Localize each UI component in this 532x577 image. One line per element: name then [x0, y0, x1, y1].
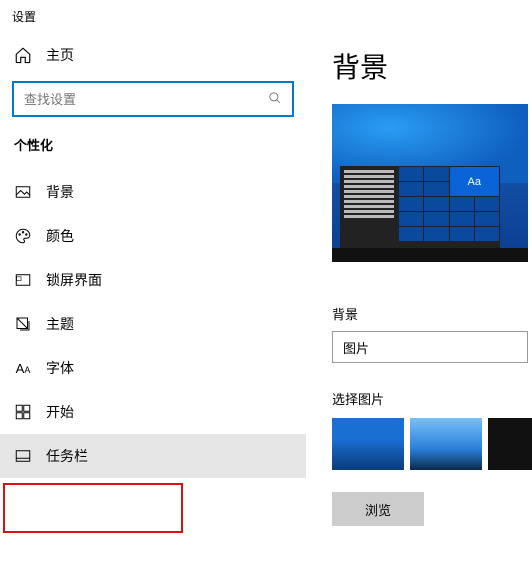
nav-label: 颜色	[46, 226, 74, 246]
window-title: 设置	[0, 0, 306, 35]
picture-thumbnails	[332, 418, 532, 470]
choose-picture-label: 选择图片	[332, 389, 532, 408]
picture-thumb[interactable]	[410, 418, 482, 470]
nav-item-taskbar[interactable]: 任务栏	[0, 434, 306, 478]
nav-list: 背景 颜色 锁屏界面 主题	[0, 170, 306, 478]
image-icon	[14, 183, 32, 201]
nav-label: 主题	[46, 314, 74, 334]
nav-label: 字体	[46, 358, 74, 378]
home-icon	[14, 46, 32, 64]
palette-icon	[14, 227, 32, 245]
sidebar: 设置 主页 个性化 背景	[0, 0, 306, 577]
settings-window: 设置 主页 个性化 背景	[0, 0, 532, 577]
nav-item-colors[interactable]: 颜色	[0, 214, 306, 258]
nav-label: 锁屏界面	[46, 270, 102, 290]
taskbar-icon	[14, 447, 32, 465]
lock-icon	[14, 271, 32, 289]
picture-thumb[interactable]	[488, 418, 532, 470]
nav-item-themes[interactable]: 主题	[0, 302, 306, 346]
nav-label: 开始	[46, 402, 74, 422]
sidebar-home[interactable]: 主页	[0, 35, 306, 75]
nav-item-background[interactable]: 背景	[0, 170, 306, 214]
search-container	[12, 81, 294, 117]
start-icon	[14, 403, 32, 421]
theme-icon	[14, 315, 32, 333]
home-label: 主页	[46, 45, 74, 65]
search-input[interactable]	[22, 91, 268, 108]
nav-label: 背景	[46, 182, 74, 202]
page-title: 背景	[332, 46, 532, 86]
picture-thumb[interactable]	[332, 418, 404, 470]
background-combo[interactable]: 图片 ▾	[332, 331, 528, 363]
nav-item-start[interactable]: 开始	[0, 390, 306, 434]
combo-value: 图片	[343, 338, 369, 357]
category-header: 个性化	[0, 131, 306, 164]
nav-item-lockscreen[interactable]: 锁屏界面	[0, 258, 306, 302]
highlight-box	[3, 483, 183, 533]
background-label: 背景	[332, 304, 532, 323]
font-icon: AA	[14, 359, 32, 377]
nav-label: 任务栏	[46, 446, 88, 466]
search-icon	[268, 91, 284, 107]
desktop-preview: Aa	[332, 104, 528, 262]
preview-tile-aa: Aa	[450, 167, 500, 196]
main-pane: 背景 Aa 背景 图片 ▾ 选择图片	[306, 0, 532, 577]
browse-button[interactable]: 浏览	[332, 492, 424, 526]
search-box[interactable]	[12, 81, 294, 117]
nav-item-fonts[interactable]: AA 字体	[0, 346, 306, 390]
